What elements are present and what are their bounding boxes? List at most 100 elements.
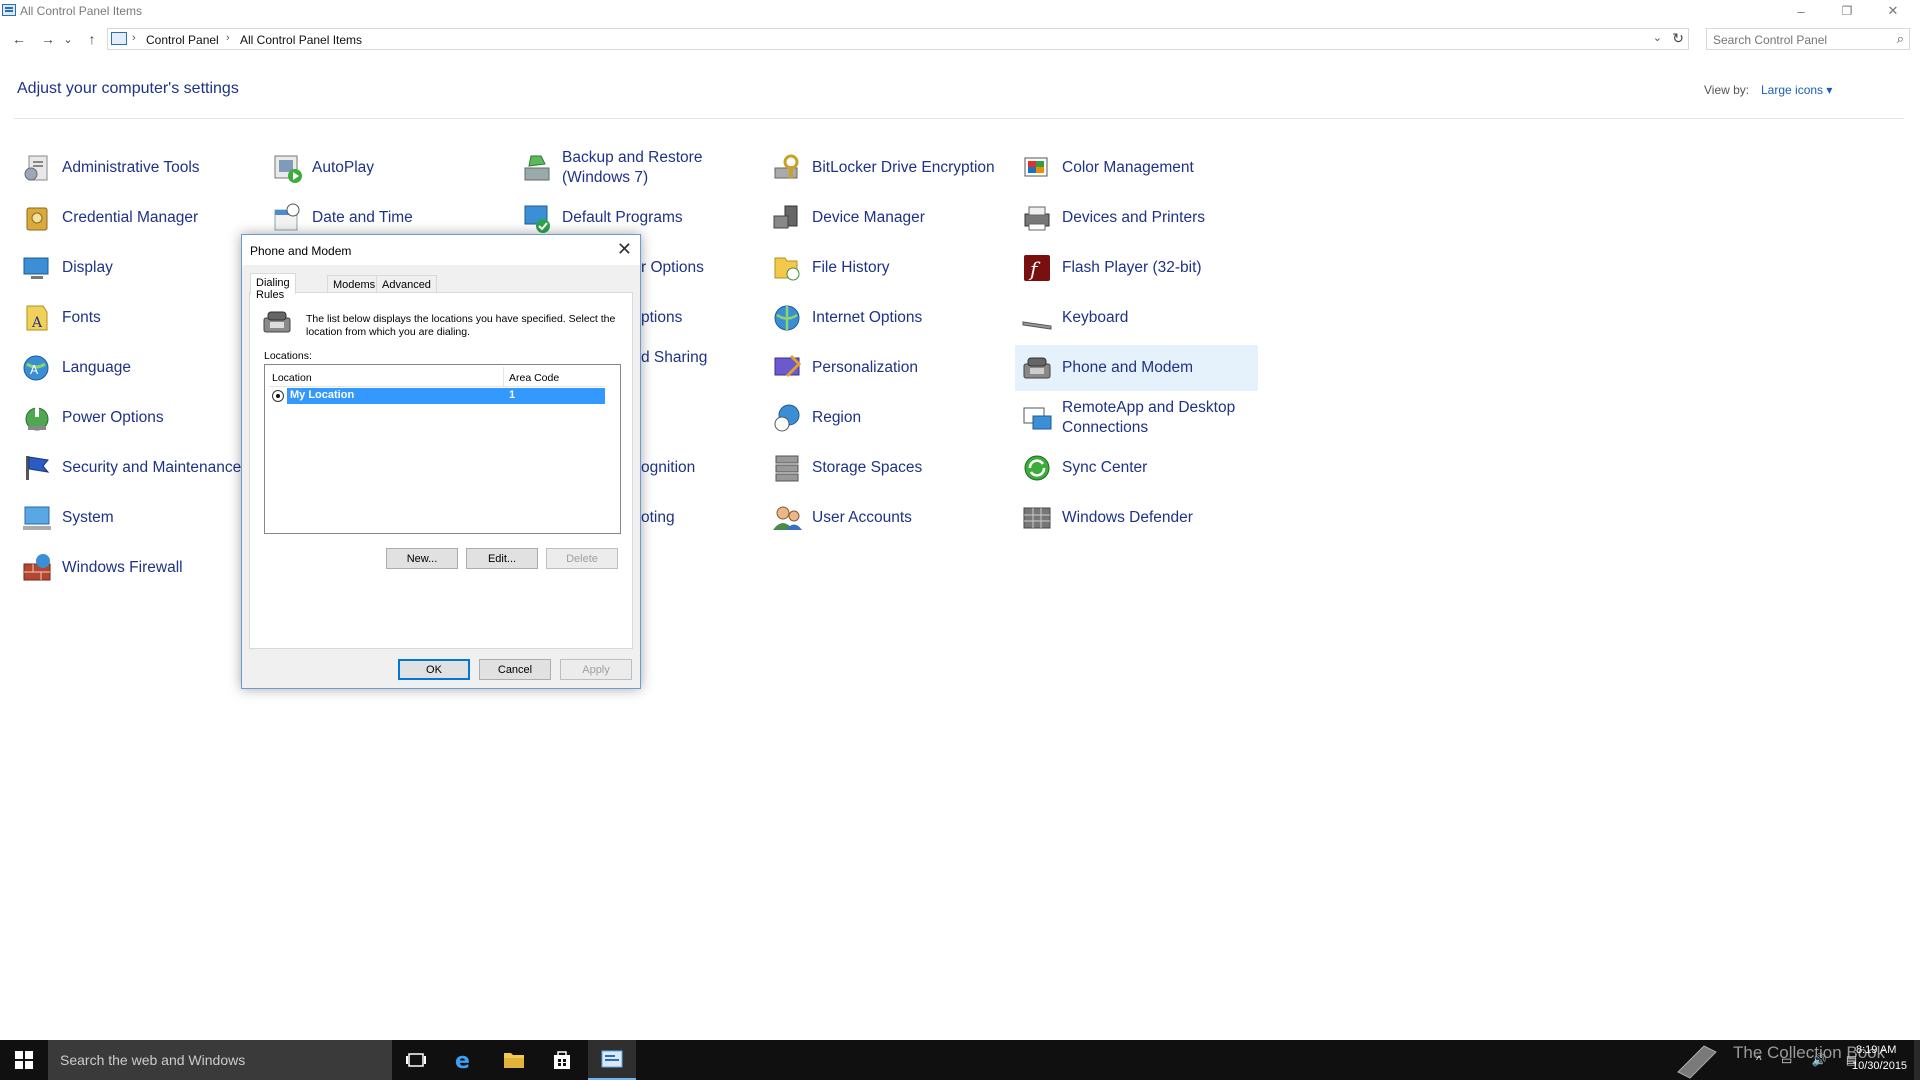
item-region[interactable]: Region (767, 395, 1007, 441)
selected-radio-icon[interactable] (272, 390, 284, 402)
view-by-dropdown[interactable]: Large icons ▾ (1761, 83, 1832, 97)
tab-advanced[interactable]: Advanced (376, 275, 437, 293)
item-label: BitLocker Drive Encryption (812, 159, 995, 176)
internet-options-icon (774, 305, 800, 331)
column-divider[interactable] (503, 367, 504, 387)
item-security-maintenance[interactable]: Security and Maintenance (17, 445, 242, 491)
dialog-close-icon[interactable]: ✕ (617, 239, 632, 260)
item-windows-firewall[interactable]: Windows Firewall (17, 545, 242, 591)
edge-icon[interactable]: e (440, 1040, 488, 1080)
tab-dialing-rules[interactable]: Dialing Rules (250, 273, 296, 301)
item-internet-options[interactable]: Internet Options (767, 295, 1007, 341)
locations-list[interactable]: Location Area Code My Location 1 (264, 364, 621, 534)
item-fonts[interactable]: A Fonts (17, 295, 242, 341)
tab-modems[interactable]: Modems (327, 275, 382, 293)
delete-button[interactable]: Delete (546, 548, 618, 569)
item-power-options[interactable]: Power Options (17, 395, 242, 441)
item-backup-restore[interactable]: Backup and Restore (Windows 7) (517, 145, 757, 191)
item-label: Storage Spaces (812, 459, 923, 476)
region-icon (774, 404, 800, 432)
locations-label: Locations: (264, 350, 312, 362)
column-area-code[interactable]: Area Code (509, 372, 559, 384)
item-language[interactable]: A Language (17, 345, 242, 391)
list-header: Location Area Code (269, 367, 605, 387)
item-color-management[interactable]: Color Management (1017, 145, 1257, 191)
item-windows-defender[interactable]: Windows Defender (1017, 495, 1257, 541)
column-location[interactable]: Location (272, 372, 312, 384)
flash-player-icon: f (1024, 255, 1050, 281)
phone-modem-icon (1023, 357, 1051, 379)
windows-defender-icon (1023, 507, 1051, 529)
item-storage-spaces[interactable]: Storage Spaces (767, 445, 1007, 491)
item-label: Personalization (812, 359, 918, 376)
clock-time[interactable]: 8:19 AM (1856, 1044, 1896, 1056)
dialog-title: Phone and Modem (250, 244, 352, 258)
item-phone-modem[interactable]: Phone and Modem (1015, 345, 1258, 391)
item-label: oting (641, 509, 675, 526)
task-view-icon[interactable] (392, 1040, 440, 1080)
item-label: Keyboard (1062, 309, 1129, 326)
clock-date[interactable]: 10/30/2015 (1852, 1060, 1907, 1072)
search-input[interactable] (1713, 32, 1883, 47)
date-time-icon (274, 203, 300, 231)
item-flash-player[interactable]: f Flash Player (32-bit) (1017, 245, 1257, 291)
item-sync-center[interactable]: Sync Center (1017, 445, 1257, 491)
window-title: All Control Panel Items (20, 4, 143, 18)
item-device-manager[interactable]: Device Manager (767, 195, 1007, 241)
edit-button[interactable]: Edit... (466, 548, 538, 569)
item-label: ognition (641, 459, 696, 476)
keyboard-icon (1022, 321, 1052, 330)
item-personalization[interactable]: Personalization (767, 345, 1007, 391)
back-arrow-icon[interactable]: ← (8, 29, 30, 49)
item-devices-printers[interactable]: Devices and Printers (1017, 195, 1257, 241)
minimize-button[interactable]: – (1778, 0, 1824, 22)
breadcrumb-control-panel[interactable]: Control Panel (146, 33, 219, 47)
control-panel-taskbar-icon[interactable] (588, 1040, 636, 1080)
address-bar[interactable]: › Control Panel › All Control Panel Item… (107, 28, 1689, 50)
item-system[interactable]: System (17, 495, 242, 541)
item-remoteapp[interactable]: RemoteApp and Desktop Connections (1017, 395, 1257, 441)
forward-arrow-icon[interactable]: → (37, 29, 59, 49)
title-bar: All Control Panel Items – ❐ ✕ (0, 0, 1920, 22)
address-dropdown-chevron-icon[interactable]: ⌄ (1653, 31, 1662, 44)
up-arrow-icon[interactable]: ↑ (81, 29, 103, 49)
item-autoplay[interactable]: AutoPlay (267, 145, 507, 191)
item-label: Devices and Printers (1062, 209, 1206, 226)
item-label: User Accounts (812, 509, 912, 526)
system-tray-icons[interactable]: ^ ▭ 🔊 ▤ (1756, 1053, 1865, 1067)
taskbar-search[interactable]: Search the web and Windows (48, 1040, 392, 1080)
show-desktop-button[interactable] (1914, 1040, 1920, 1080)
item-bitlocker[interactable]: BitLocker Drive Encryption (767, 145, 1007, 191)
system-icon (23, 506, 51, 530)
close-button[interactable]: ✕ (1870, 0, 1916, 22)
restore-button[interactable]: ❐ (1824, 0, 1870, 22)
item-label: RemoteApp and Desktop Connections (1062, 398, 1235, 438)
item-administrative-tools[interactable]: Administrative Tools (17, 145, 242, 191)
power-options-icon (25, 407, 49, 431)
item-credential-manager[interactable]: Credential Manager (17, 195, 242, 241)
refresh-icon[interactable]: ↻ (1672, 30, 1684, 47)
cell-area-code[interactable]: 1 (502, 388, 605, 404)
item-label-line: Backup and Restore (562, 149, 703, 166)
ok-button[interactable]: OK (398, 659, 470, 680)
item-file-history[interactable]: File History (767, 245, 1007, 291)
item-keyboard[interactable]: Keyboard (1017, 295, 1257, 341)
taskbar: Search the web and Windows e (0, 1040, 1920, 1080)
store-icon[interactable] (538, 1040, 586, 1080)
table-row[interactable]: My Location 1 (269, 388, 605, 404)
item-label: Flash Player (32-bit) (1062, 259, 1202, 276)
new-button[interactable]: New... (386, 548, 458, 569)
breadcrumb-all-items[interactable]: All Control Panel Items (240, 33, 362, 47)
item-display[interactable]: Display (17, 245, 242, 291)
search-icon[interactable]: ⌕ (1897, 31, 1904, 47)
recent-locations-chevron-icon[interactable]: ⌄ (61, 29, 75, 49)
file-explorer-icon[interactable] (490, 1040, 538, 1080)
windows-firewall-icon (23, 554, 51, 581)
cancel-button[interactable]: Cancel (479, 659, 551, 680)
item-user-accounts[interactable]: User Accounts (767, 495, 1007, 541)
item-label: Credential Manager (62, 209, 199, 226)
cell-location[interactable]: My Location (287, 388, 502, 404)
search-box[interactable]: ⌕ (1706, 28, 1910, 50)
apply-button[interactable]: Apply (560, 659, 632, 680)
start-button[interactable] (0, 1040, 48, 1080)
